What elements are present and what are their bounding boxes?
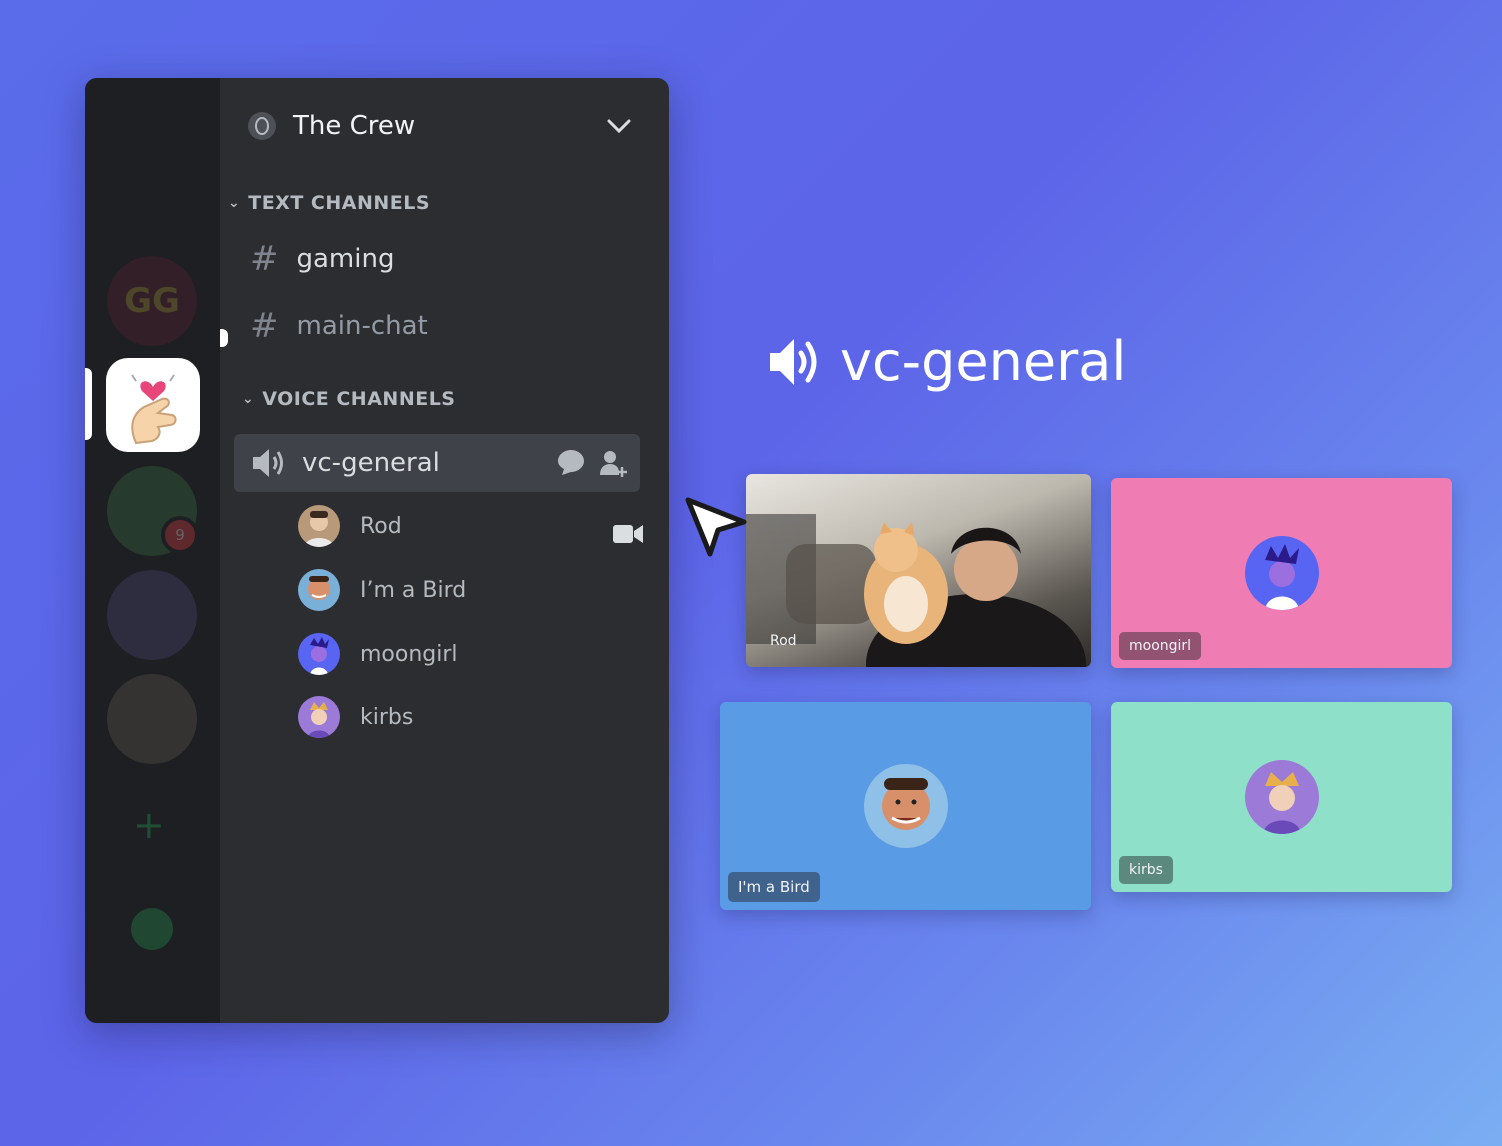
speaker-icon [253, 449, 283, 477]
tile-name-tag: moongirl [1119, 632, 1202, 660]
server-icon-green[interactable]: 9 [107, 466, 199, 556]
voice-channel-actions [556, 448, 628, 478]
avatar [298, 505, 340, 547]
chevron-down-icon[interactable] [604, 111, 634, 141]
app-window: GG 9 + The Crew ⌄ TEXT CHANNELS # gaming… [85, 78, 669, 1023]
voice-user-kirbs[interactable]: kirbs [298, 696, 413, 738]
channel-label: gaming [296, 244, 395, 274]
server-icon-the-crew[interactable] [106, 358, 200, 452]
selected-server-indicator [85, 368, 92, 440]
channel-gaming[interactable]: # gaming [234, 230, 640, 288]
category-label: VOICE CHANNELS [262, 388, 456, 410]
voice-user-rod[interactable]: Rod [298, 505, 402, 547]
server-header[interactable]: The Crew [248, 106, 634, 146]
tile-name-tag: Rod [770, 633, 797, 649]
gg-logo-icon: GG [124, 281, 180, 321]
channel-label: vc-general [302, 448, 440, 478]
hash-icon: # [250, 239, 279, 279]
server-icon-gg[interactable]: GG [107, 256, 197, 346]
video-camera-icon [613, 525, 643, 543]
hash-icon: # [250, 306, 279, 346]
category-text-channels[interactable]: ⌄ TEXT CHANNELS [228, 192, 430, 214]
avatar [863, 764, 948, 848]
channel-sidebar: The Crew ⌄ TEXT CHANNELS # gaming # main… [220, 78, 669, 1023]
chat-bubble-icon[interactable] [556, 448, 586, 476]
finger-heart-icon [131, 374, 177, 445]
invite-user-icon[interactable] [598, 448, 628, 478]
video-tile-rod[interactable]: Rod [746, 474, 1091, 667]
voice-user-moongirl[interactable]: moongirl [298, 633, 458, 675]
user-name: moongirl [360, 641, 458, 667]
stage-title: vc-general [768, 330, 1126, 393]
avatar [298, 633, 340, 675]
avatar [1244, 760, 1319, 834]
video-tile-im-a-bird[interactable]: I'm a Bird [720, 702, 1091, 910]
server-name: The Crew [293, 111, 416, 141]
mouse-cursor-icon [685, 497, 747, 557]
channel-main-chat[interactable]: # main-chat [234, 297, 640, 355]
collapse-arrow-icon: ⌄ [242, 391, 255, 407]
server-icon-cat[interactable] [107, 674, 197, 764]
mention-badge: 9 [161, 516, 199, 554]
video-tile-moongirl[interactable]: moongirl [1111, 478, 1452, 668]
category-voice-channels[interactable]: ⌄ VOICE CHANNELS [242, 388, 456, 410]
collapse-arrow-icon: ⌄ [228, 195, 241, 211]
user-name: I’m a Bird [360, 577, 467, 603]
tile-name-tag: kirbs [1119, 856, 1173, 884]
tile-name-tag: I'm a Bird [728, 872, 820, 902]
voice-channel-vc-general[interactable]: vc-general [234, 434, 640, 492]
speaker-icon [770, 338, 817, 385]
avatar [298, 569, 340, 611]
server-rail: GG 9 + [85, 78, 220, 1023]
server-boost-icon [248, 112, 276, 140]
server-icon-purple[interactable] [107, 570, 197, 660]
stage-title-label: vc-general [840, 330, 1127, 393]
voice-user-im-a-bird[interactable]: I’m a Bird [298, 569, 466, 611]
user-name: Rod [360, 513, 402, 539]
avatar [1244, 536, 1319, 610]
explore-icon[interactable] [131, 908, 173, 950]
channel-label: main-chat [296, 311, 428, 341]
avatar [298, 696, 340, 738]
unread-indicator [220, 329, 228, 347]
add-server-icon[interactable]: + [133, 803, 165, 847]
user-name: kirbs [360, 704, 414, 730]
category-label: TEXT CHANNELS [248, 192, 431, 214]
video-tile-kirbs[interactable]: kirbs [1111, 702, 1452, 892]
